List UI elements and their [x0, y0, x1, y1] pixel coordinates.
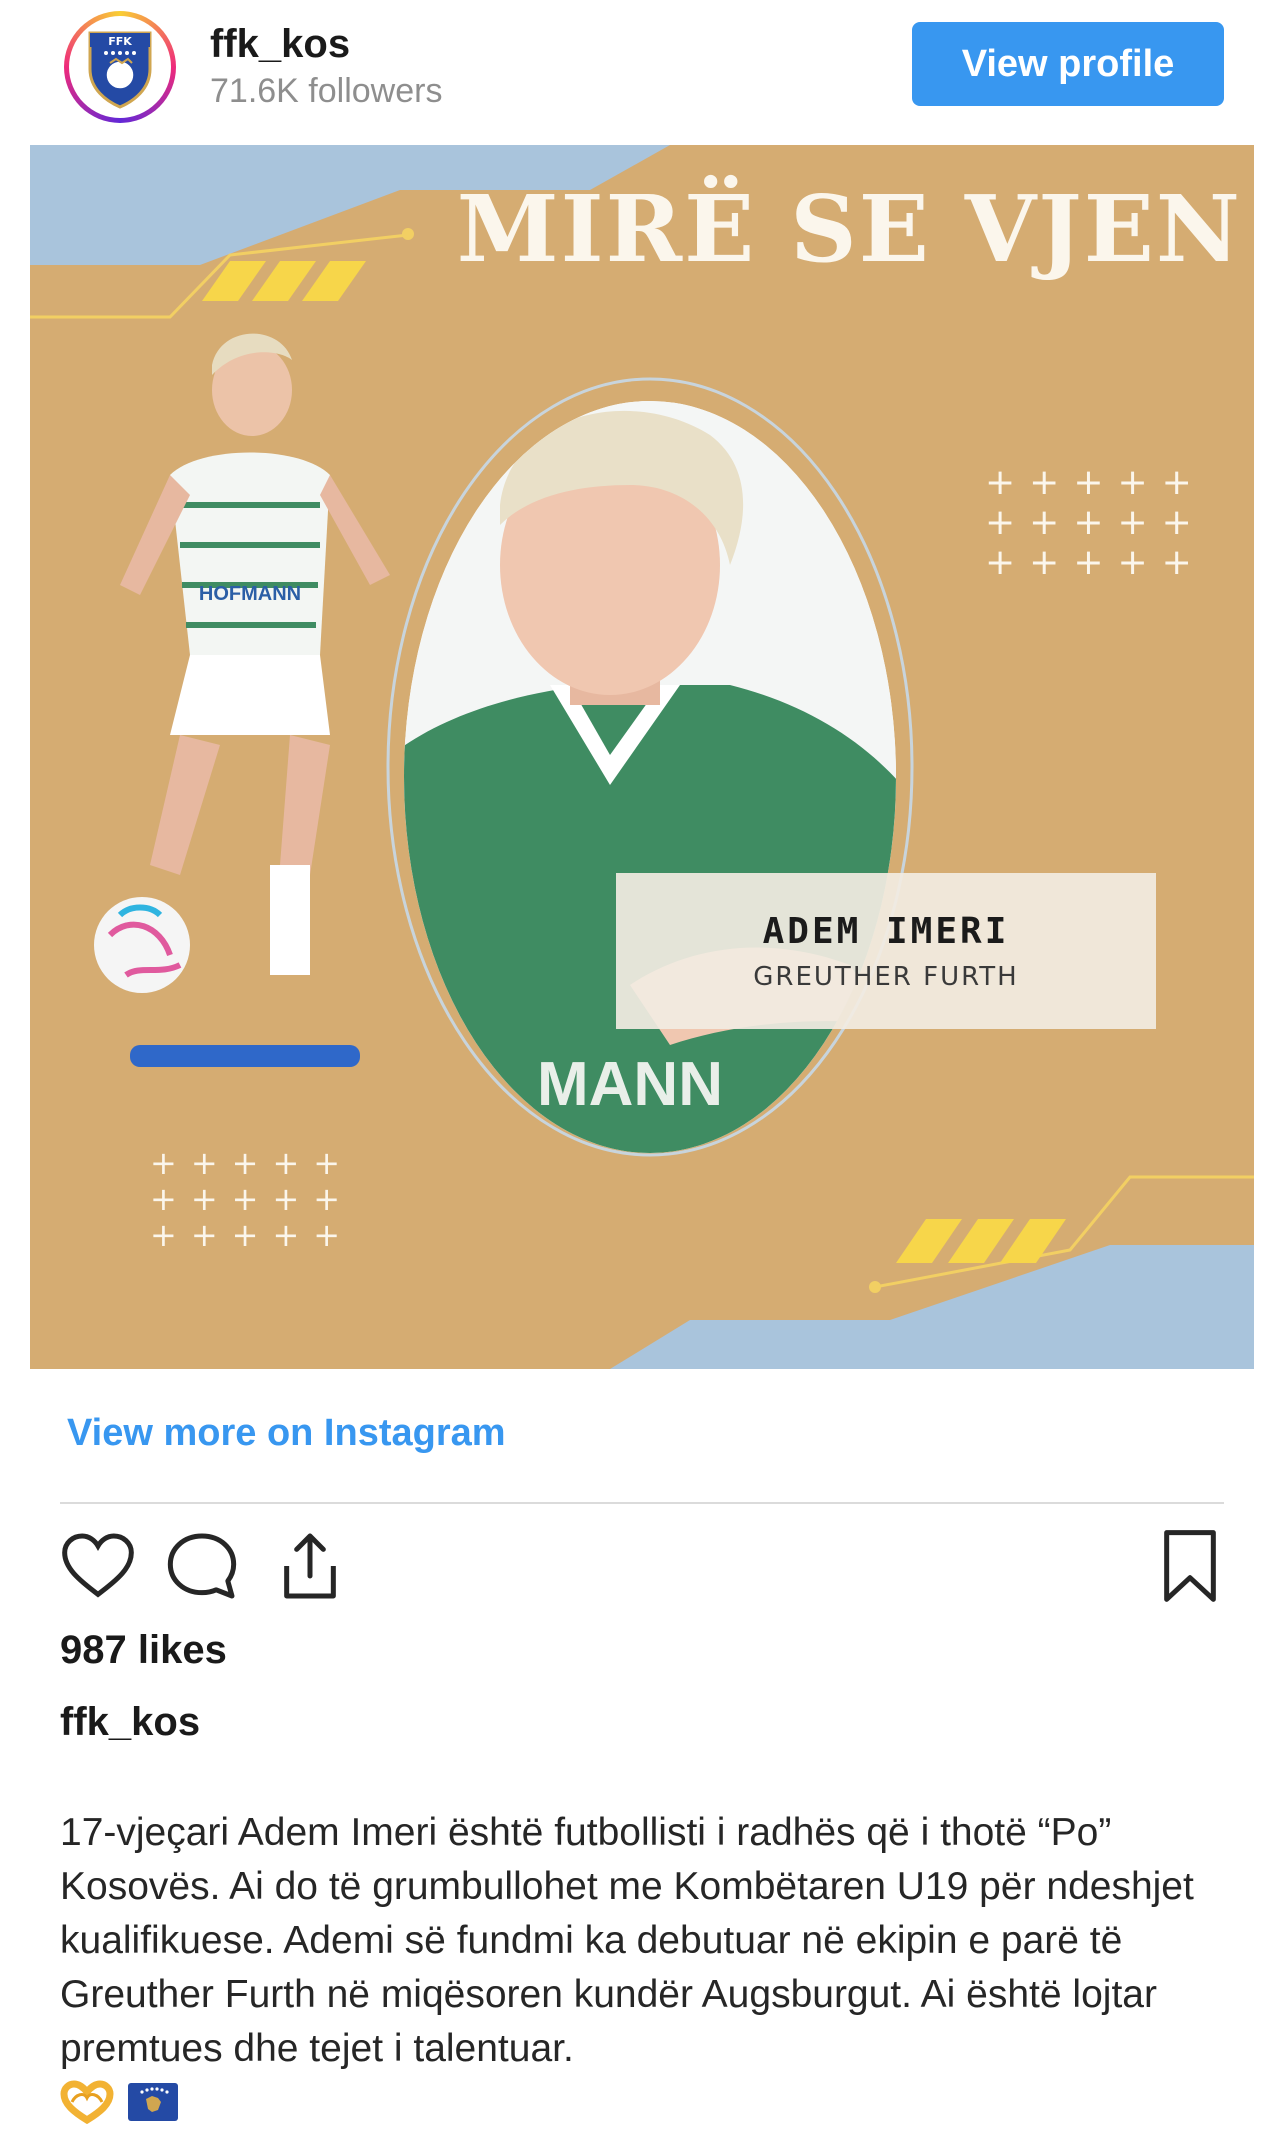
heart-hands-emoji — [60, 2080, 114, 2124]
plus-pattern-right: +++++ +++++ +++++ — [985, 462, 1206, 583]
follower-count: 71.6K followers — [210, 72, 443, 110]
welcome-title: MIRË SE VJEN — [456, 175, 1242, 283]
player-club: GREUTHER FURTH — [753, 961, 1019, 992]
share-icon[interactable] — [270, 1526, 350, 1606]
jersey-sponsor-text: MANN — [537, 1050, 723, 1119]
instagram-embed: FFK ffk_kos 71.6K followers View profile — [0, 0, 1284, 2130]
player-name: ADEM IMERI — [762, 910, 1010, 952]
ffk-logo: FFK — [74, 21, 166, 113]
plus-pattern-left: +++++ +++++ +++++ — [150, 1144, 355, 1254]
divider — [60, 1502, 1224, 1504]
ffk-crest-icon: FFK — [88, 31, 152, 109]
bookmark-icon[interactable] — [1150, 1526, 1230, 1606]
small-jersey-sponsor: HOFMANN — [199, 583, 301, 605]
account-username[interactable]: ffk_kos — [210, 22, 350, 67]
heart-icon[interactable] — [58, 1526, 138, 1606]
player-name-card: ADEM IMERI GREUTHER FURTH — [616, 873, 1156, 1029]
view-more-on-instagram-link[interactable]: View more on Instagram — [67, 1412, 506, 1455]
caption-username[interactable]: ffk_kos — [60, 1700, 200, 1745]
player-figure: HOFMANN — [94, 333, 390, 1067]
avatar-text: FFK — [108, 35, 132, 48]
like-count[interactable]: 987 likes — [60, 1628, 227, 1673]
post-header: FFK ffk_kos 71.6K followers View profile — [0, 0, 1284, 140]
caption-emojis — [60, 2080, 178, 2124]
avatar[interactable]: FFK — [64, 11, 176, 123]
post-caption: 17-vjeçari Adem Imeri është futbollisti … — [60, 1811, 1194, 2070]
comment-icon[interactable] — [162, 1526, 242, 1606]
post-image[interactable]: MANN HOFMANN MIRË SE VJEN +++++ +++++ ++… — [30, 145, 1254, 1369]
kosovo-flag-emoji — [128, 2083, 178, 2121]
view-profile-button[interactable]: View profile — [912, 22, 1224, 106]
